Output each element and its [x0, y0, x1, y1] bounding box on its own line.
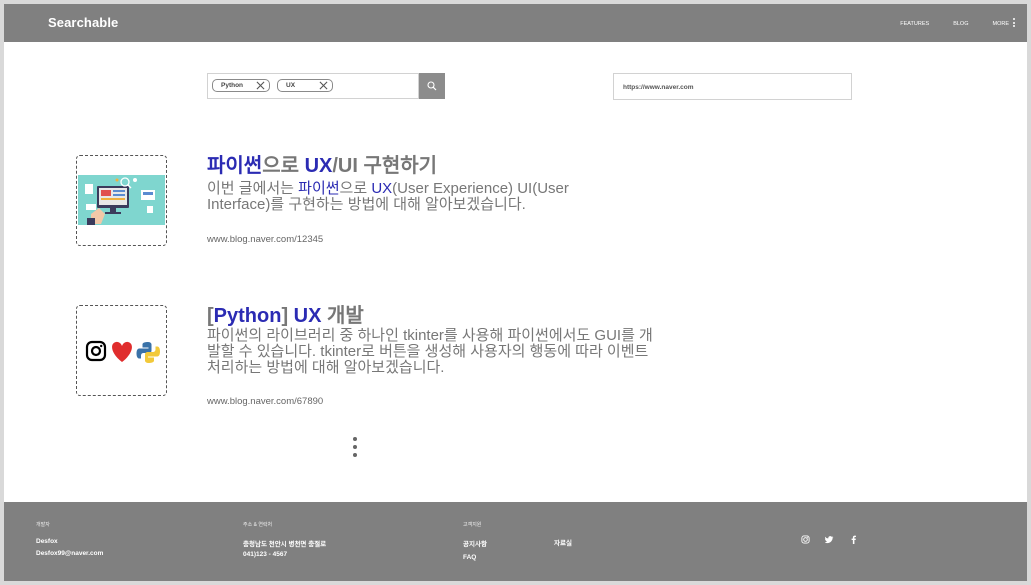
result-title[interactable]: [Python] UX 개발 — [207, 299, 364, 328]
result-thumbnail[interactable] — [76, 305, 167, 396]
result-url[interactable]: www.blog.naver.com/12345 — [207, 234, 323, 245]
result-title[interactable]: 파이썬으로 UX/UI 구현하기 — [207, 149, 437, 178]
facebook-icon[interactable] — [849, 535, 858, 544]
nav-features[interactable]: FEATURES — [900, 19, 929, 28]
heart-icon — [112, 341, 132, 362]
main-nav: FEATURES BLOG MORE — [876, 18, 1015, 28]
tag-chip-label: UX — [286, 82, 296, 89]
header-bar: Searchable FEATURES BLOG MORE — [4, 4, 1027, 42]
icon-set-illustration — [85, 340, 160, 363]
python-logo-icon — [136, 342, 160, 363]
desc-text: 이번 글에서는 — [207, 180, 299, 197]
footer: 개발자 Desfox Desfox99@naver.com 주소 & 연락처 충… — [4, 502, 1027, 581]
nav-more[interactable]: MORE — [992, 18, 1015, 28]
footer-address-label: 주소 & 연락처 — [243, 522, 273, 528]
footer-developer-email[interactable]: Desfox99@naver.com — [36, 550, 103, 557]
tag-chip-ux[interactable]: UX — [277, 79, 333, 92]
footer-phone: 041)123 - 4567 — [243, 551, 288, 558]
title-text: ] — [281, 305, 294, 327]
load-more-icon[interactable] — [353, 437, 357, 461]
footer-link-resources[interactable]: 자료실 — [554, 537, 572, 547]
result-thumbnail[interactable] — [76, 155, 167, 246]
nav-more-label: MORE — [992, 20, 1010, 27]
title-highlight: UX — [293, 305, 322, 327]
desc-text: 으로 — [339, 180, 372, 197]
footer-link-faq[interactable]: FAQ — [463, 554, 476, 561]
title-highlight: Python — [213, 305, 282, 327]
brand-logo[interactable]: Searchable — [48, 15, 118, 30]
result-url[interactable]: www.blog.naver.com/67890 — [207, 396, 323, 407]
result-description: 파이썬의 라이브러리 중 하나인 tkinter를 사용해 파이썬에서도 GUI… — [207, 327, 653, 376]
more-vertical-icon — [1013, 18, 1015, 27]
result-description: 이번 글에서는 파이썬으로 UX(User Experience) UI(Use… — [207, 181, 627, 213]
title-text: 개발 — [321, 305, 364, 327]
title-text: [ — [207, 305, 214, 327]
footer-support-label: 고객지원 — [463, 522, 482, 528]
url-input[interactable]: https://www.naver.com — [613, 73, 852, 100]
footer-link-notice[interactable]: 공지사항 — [463, 538, 487, 548]
footer-developer-label: 개발자 — [36, 522, 50, 528]
desc-highlight: 파이썬 — [298, 180, 340, 197]
search-button[interactable] — [419, 73, 445, 99]
search-icon — [427, 81, 437, 91]
web-design-illustration — [78, 175, 165, 225]
close-icon[interactable] — [319, 81, 328, 90]
twitter-icon[interactable] — [825, 535, 834, 544]
title-highlight: 파이썬 — [207, 155, 263, 177]
footer-address: 충청남도 천안시 병천면 충절로 — [243, 541, 327, 548]
desc-highlight: UX — [371, 180, 393, 197]
page: Searchable FEATURES BLOG MORE Python UX — [4, 4, 1027, 581]
close-icon[interactable] — [256, 81, 265, 90]
tag-chip-label: Python — [221, 82, 244, 89]
title-text: 으로 — [262, 155, 305, 177]
instagram-icon — [85, 340, 107, 362]
footer-developer-name: Desfox — [36, 538, 58, 545]
tag-chip-python[interactable]: Python — [212, 79, 270, 92]
nav-blog[interactable]: BLOG — [953, 19, 968, 28]
instagram-icon[interactable] — [801, 535, 810, 544]
tag-search-input[interactable]: Python UX — [207, 73, 419, 99]
title-text: /UI 구현하기 — [332, 155, 438, 177]
title-highlight: UX — [304, 155, 333, 177]
